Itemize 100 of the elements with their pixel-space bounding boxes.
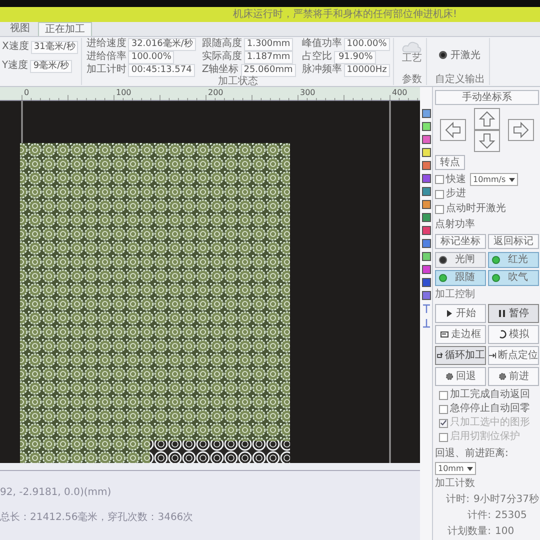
section-title: 加工控制	[435, 289, 476, 301]
checkbox[interactable]: 快速	[435, 174, 466, 186]
counter-value: 100	[495, 525, 514, 538]
gear-icon	[498, 372, 507, 381]
checkbox[interactable]: 急停停止自动回零	[439, 403, 539, 415]
ruler-label: 0	[24, 88, 30, 97]
arrow-right-button[interactable]	[508, 119, 534, 141]
counter-value: 25305	[495, 509, 527, 522]
control-button[interactable]: 开始	[435, 304, 486, 323]
value-field: 25.060mm	[240, 64, 296, 76]
value-field: 10000Hz	[344, 64, 390, 76]
value-field: 1.300mm	[244, 38, 294, 50]
ruler-label: 200	[208, 88, 224, 97]
mark-button[interactable]: 返回标记	[488, 234, 539, 249]
field-label: X速度	[2, 41, 29, 53]
field-label: 脉冲频率	[302, 64, 342, 76]
color-swatch[interactable]	[422, 148, 430, 157]
group-title: 参数	[402, 74, 422, 85]
field-label: 跟随高度	[202, 38, 242, 50]
checkbox[interactable]: 加工完成自动返回	[439, 389, 539, 401]
tab[interactable]: 视图	[4, 22, 36, 36]
log-line: 总长：21412.56毫米，穿孔次数：3466次	[0, 510, 194, 524]
arrow-down-button[interactable]	[474, 130, 500, 152]
tab[interactable]: 正在加工	[38, 22, 92, 36]
value-field: 31毫米/秒	[30, 40, 78, 54]
mark-button[interactable]: 标记坐标	[435, 234, 486, 249]
control-button[interactable]: 前进	[488, 367, 539, 386]
counter-value: 9小时7分37秒	[474, 493, 539, 506]
checkbox[interactable]: 点动时开激光	[435, 203, 506, 215]
color-swatch[interactable]	[422, 252, 430, 261]
laser-radio[interactable]: 开激光	[439, 48, 480, 62]
toggle-button[interactable]: 跟随	[435, 270, 486, 286]
value-field: 100.00%	[128, 50, 174, 64]
color-swatch[interactable]	[422, 174, 430, 183]
group-title: 加工状态	[217, 76, 260, 87]
color-swatch[interactable]	[422, 213, 430, 222]
color-swatch[interactable]	[422, 226, 430, 235]
field-label: 占空比	[302, 51, 332, 63]
field-label: Y速度	[2, 60, 28, 72]
control-button[interactable]: 回退	[435, 367, 486, 386]
baseline-tool-icon[interactable]	[422, 318, 430, 328]
checkbox[interactable]: 步进	[435, 188, 466, 200]
color-swatch[interactable]	[422, 278, 430, 287]
field-label: 计时:	[445, 493, 470, 506]
color-swatch[interactable]	[422, 187, 430, 196]
speed-dropdown[interactable]: 10mm/s	[470, 173, 518, 186]
ruler-label: 300	[300, 88, 316, 97]
control-button[interactable]: 模拟	[488, 325, 539, 344]
log-line: 92, -2.9181, 0.0)(mm)	[0, 487, 112, 498]
turn-button[interactable]: 转点	[435, 155, 465, 170]
field-label: Z轴坐标	[202, 64, 239, 76]
value-field: 00:45:13.574	[128, 64, 195, 76]
field-label: 进给速度	[86, 38, 126, 50]
panel-title: 手动坐标系	[435, 90, 539, 105]
value-field: 32.016毫米/秒	[128, 38, 196, 50]
control-button[interactable]: 走边框	[435, 325, 486, 344]
warning-banner: 机床运行时，严禁将手和身体的任何部位伸进机床!	[0, 7, 540, 22]
gear-icon	[445, 372, 454, 381]
cloud-icon	[402, 41, 422, 53]
control-button[interactable]: 循环加工	[435, 346, 486, 365]
ruler-label: 100	[116, 88, 132, 97]
color-swatch[interactable]	[422, 135, 430, 144]
color-swatch[interactable]	[422, 122, 430, 131]
process-button[interactable]: 工艺	[402, 38, 422, 65]
group-title: 自定义输出	[434, 74, 485, 85]
field-label: 回退、前进距离:	[435, 446, 508, 460]
check-icon	[440, 419, 447, 427]
toggle-button[interactable]: 红光	[488, 252, 539, 268]
control-button[interactable]: 暂停	[488, 304, 539, 323]
toggle-button[interactable]: 吹气	[488, 270, 539, 286]
value-field: 100.00%	[344, 38, 390, 50]
field-label: 加工计时	[86, 64, 126, 76]
section-title: 加工计数	[435, 478, 476, 490]
field-label: 实际高度	[202, 51, 242, 63]
color-swatch[interactable]	[422, 161, 430, 170]
toggle-button[interactable]: 光闸	[435, 252, 486, 268]
text-tool-icon[interactable]	[422, 304, 430, 314]
pause-icon	[498, 309, 507, 318]
arrow-up-button[interactable]	[474, 108, 500, 130]
color-swatch[interactable]	[422, 200, 430, 209]
control-button[interactable]: 断点定位	[488, 346, 539, 365]
color-swatch[interactable]	[422, 265, 430, 274]
loop-icon	[436, 351, 443, 360]
value-field: 1.187mm	[244, 50, 294, 64]
field-label: 点射功率	[435, 218, 475, 231]
frame-icon	[440, 330, 449, 339]
play-icon	[445, 309, 454, 318]
scrollbar[interactable]	[0, 463, 420, 471]
value-field: 9毫米/秒	[30, 60, 72, 72]
color-swatch[interactable]	[422, 239, 430, 248]
field-label: 进给倍率	[86, 51, 126, 63]
value-field: 91.90%	[334, 50, 376, 64]
ruler-label: 400	[392, 88, 408, 97]
arrow-to-line-icon	[489, 351, 496, 360]
color-swatch[interactable]	[422, 109, 430, 118]
color-swatch[interactable]	[422, 291, 430, 300]
field-label: 峰值功率	[302, 38, 342, 50]
field-label: 计划数量:	[446, 525, 491, 538]
distance-dropdown[interactable]: 10mm	[435, 462, 476, 475]
arrow-left-button[interactable]	[440, 119, 466, 141]
